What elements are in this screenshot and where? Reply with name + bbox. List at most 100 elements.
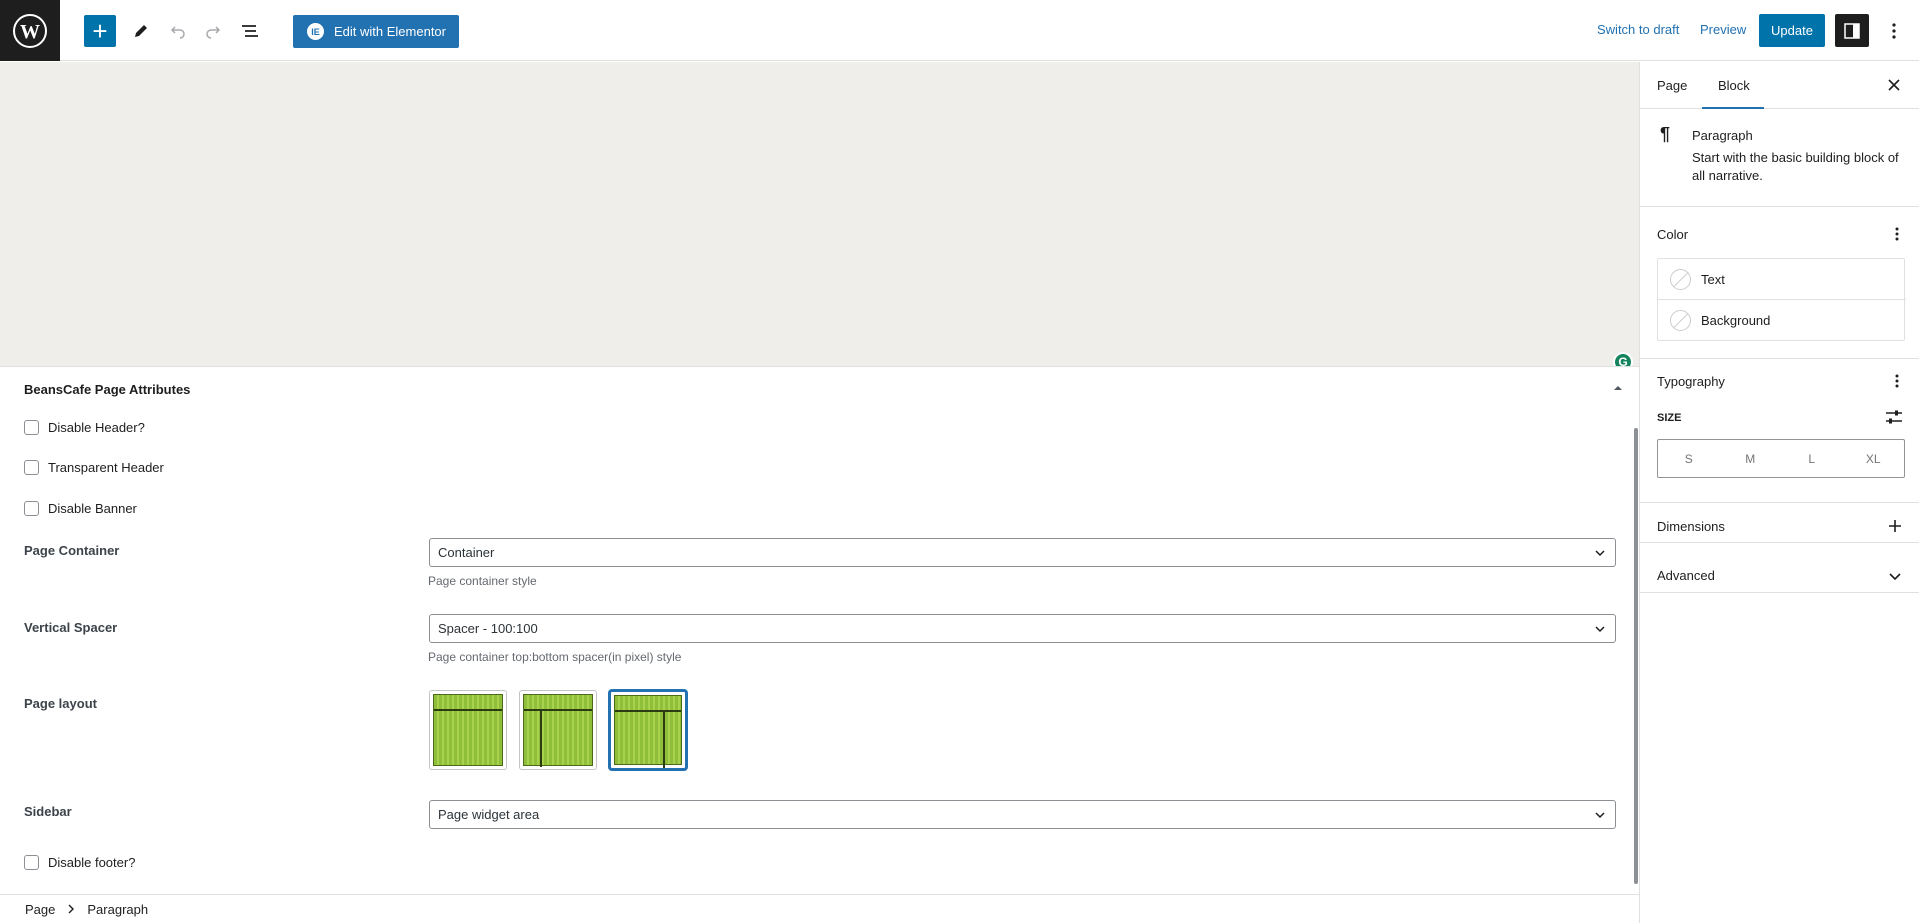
preview-button[interactable]: Preview [1700,22,1746,37]
tab-page[interactable]: Page [1657,78,1687,93]
checkbox-box[interactable] [24,460,39,475]
checkbox-label: Transparent Header [48,460,164,475]
settings-toggle-button[interactable] [1835,14,1869,47]
settings-sidebar: Page Block ¶ Paragraph Start with the ba… [1639,62,1919,923]
page-layout-label: Page layout [24,696,97,711]
sidebar-tabs: Page Block [1640,62,1919,109]
tools-pencil-button[interactable] [125,15,157,47]
color-text-option[interactable]: Text [1658,259,1906,300]
vertical-spacer-label: Vertical Spacer [24,620,118,635]
list-view-icon [242,25,258,37]
elementor-icon: IE [307,23,324,40]
sidebar-select[interactable]: Page widget area [429,800,1616,829]
block-breadcrumb: Page Paragraph [0,894,1639,923]
checkbox-box[interactable] [24,501,39,516]
more-vertical-icon[interactable] [1889,226,1905,242]
tab-block[interactable]: Block [1718,78,1750,93]
size-label: SIZE [1657,412,1682,424]
disable-header-checkbox[interactable]: Disable Header? [24,420,145,435]
size-option-m[interactable]: M [1720,440,1782,477]
more-vertical-icon[interactable] [1889,373,1905,389]
sidebar-label: Sidebar [24,804,72,819]
close-icon[interactable] [1885,76,1903,94]
wordpress-logo-icon[interactable]: W [0,0,60,61]
chevron-down-icon [1595,550,1605,557]
divider [1640,592,1919,593]
disable-banner-checkbox[interactable]: Disable Banner [24,501,137,516]
svg-text:W: W [20,21,40,43]
more-vertical-icon [1892,22,1896,39]
advanced-panel-title[interactable]: Advanced [1657,568,1715,583]
page-container-label: Page Container [24,543,120,558]
block-title: Paragraph [1692,128,1753,143]
checkbox-box[interactable] [24,420,39,435]
breadcrumb-root[interactable]: Page [25,902,55,917]
typography-panel-title: Typography [1657,374,1725,389]
checkbox-label: Disable Header? [48,420,145,435]
page-container-help: Page container style [428,574,537,588]
chevron-down-icon[interactable] [1887,568,1903,584]
checkbox-label: Disable footer? [48,855,136,870]
divider [1640,358,1919,359]
metabox-scrollbar[interactable] [1634,428,1638,884]
layout-right-sidebar-icon [614,695,682,768]
elementor-button-label: Edit with Elementor [334,24,446,39]
vertical-spacer-help: Page container top:bottom spacer(in pixe… [428,650,682,664]
switch-to-draft-button[interactable]: Switch to draft [1597,22,1679,37]
color-settings: Text Background [1657,258,1906,341]
chevron-down-icon [1595,626,1605,633]
add-block-button[interactable]: + [84,15,116,47]
redo-icon [206,26,221,39]
checkbox-box[interactable] [24,855,39,870]
plus-icon[interactable] [1887,518,1903,534]
redo-button[interactable] [197,15,229,47]
empty-swatch-icon [1670,310,1691,331]
color-option-label: Text [1701,271,1725,287]
collapse-arrow-icon[interactable] [1611,381,1625,395]
color-panel-title: Color [1657,227,1689,242]
transparent-header-checkbox[interactable]: Transparent Header [24,460,164,475]
size-option-s[interactable]: S [1658,440,1720,477]
layout-left-sidebar-icon [523,694,593,767]
plus-icon: + [92,16,108,46]
paragraph-icon: ¶ [1660,124,1671,144]
undo-button[interactable] [162,15,194,47]
size-option-xl[interactable]: XL [1843,440,1905,477]
metabox-title: BeansCafe Page Attributes [24,382,191,397]
edit-with-elementor-button[interactable]: IE Edit with Elementor [293,15,459,48]
divider [1640,542,1919,543]
layout-option-full-width[interactable] [429,690,507,770]
color-option-label: Background [1701,313,1771,328]
layout-option-left-sidebar[interactable] [519,690,597,770]
select-value: Spacer - 100:100 [438,621,538,636]
block-description: Start with the basic building block of a… [1692,150,1899,183]
color-background-option[interactable]: Background [1658,300,1906,341]
undo-icon [170,26,185,39]
vertical-spacer-select[interactable]: Spacer - 100:100 [429,614,1616,643]
layout-option-right-sidebar[interactable] [609,690,687,770]
disable-footer-checkbox[interactable]: Disable footer? [24,855,135,870]
empty-swatch-icon [1670,268,1691,290]
size-option-l[interactable]: L [1781,440,1843,477]
editor-canvas[interactable] [0,62,1639,366]
editor-top-toolbar: W + IE Edit with Elementor Switch to dra… [0,0,1919,61]
block-card: ¶ Paragraph Start with the basic buildin… [1640,109,1919,207]
page-container-select[interactable]: Container [429,538,1616,567]
options-menu-button[interactable] [1878,14,1910,47]
custom-size-settings-icon[interactable] [1885,409,1903,425]
font-size-picker: S M L XL [1657,439,1905,478]
chevron-right-icon [68,904,75,914]
pencil-icon [135,25,147,37]
divider [1640,502,1919,503]
select-value: Page widget area [438,807,540,822]
chevron-down-icon [1595,812,1605,819]
breadcrumb-current: Paragraph [87,901,149,917]
dimensions-panel-title[interactable]: Dimensions [1657,519,1725,534]
checkbox-label: Disable Banner [48,501,137,516]
update-button[interactable]: Update [1759,14,1825,47]
sidebar-toggle-icon [1844,22,1860,39]
page-attributes-metabox: BeansCafe Page Attributes Disable Header… [0,366,1639,894]
select-value: Container [438,545,495,560]
document-overview-button[interactable] [234,15,266,47]
layout-full-width-icon [433,694,503,766]
